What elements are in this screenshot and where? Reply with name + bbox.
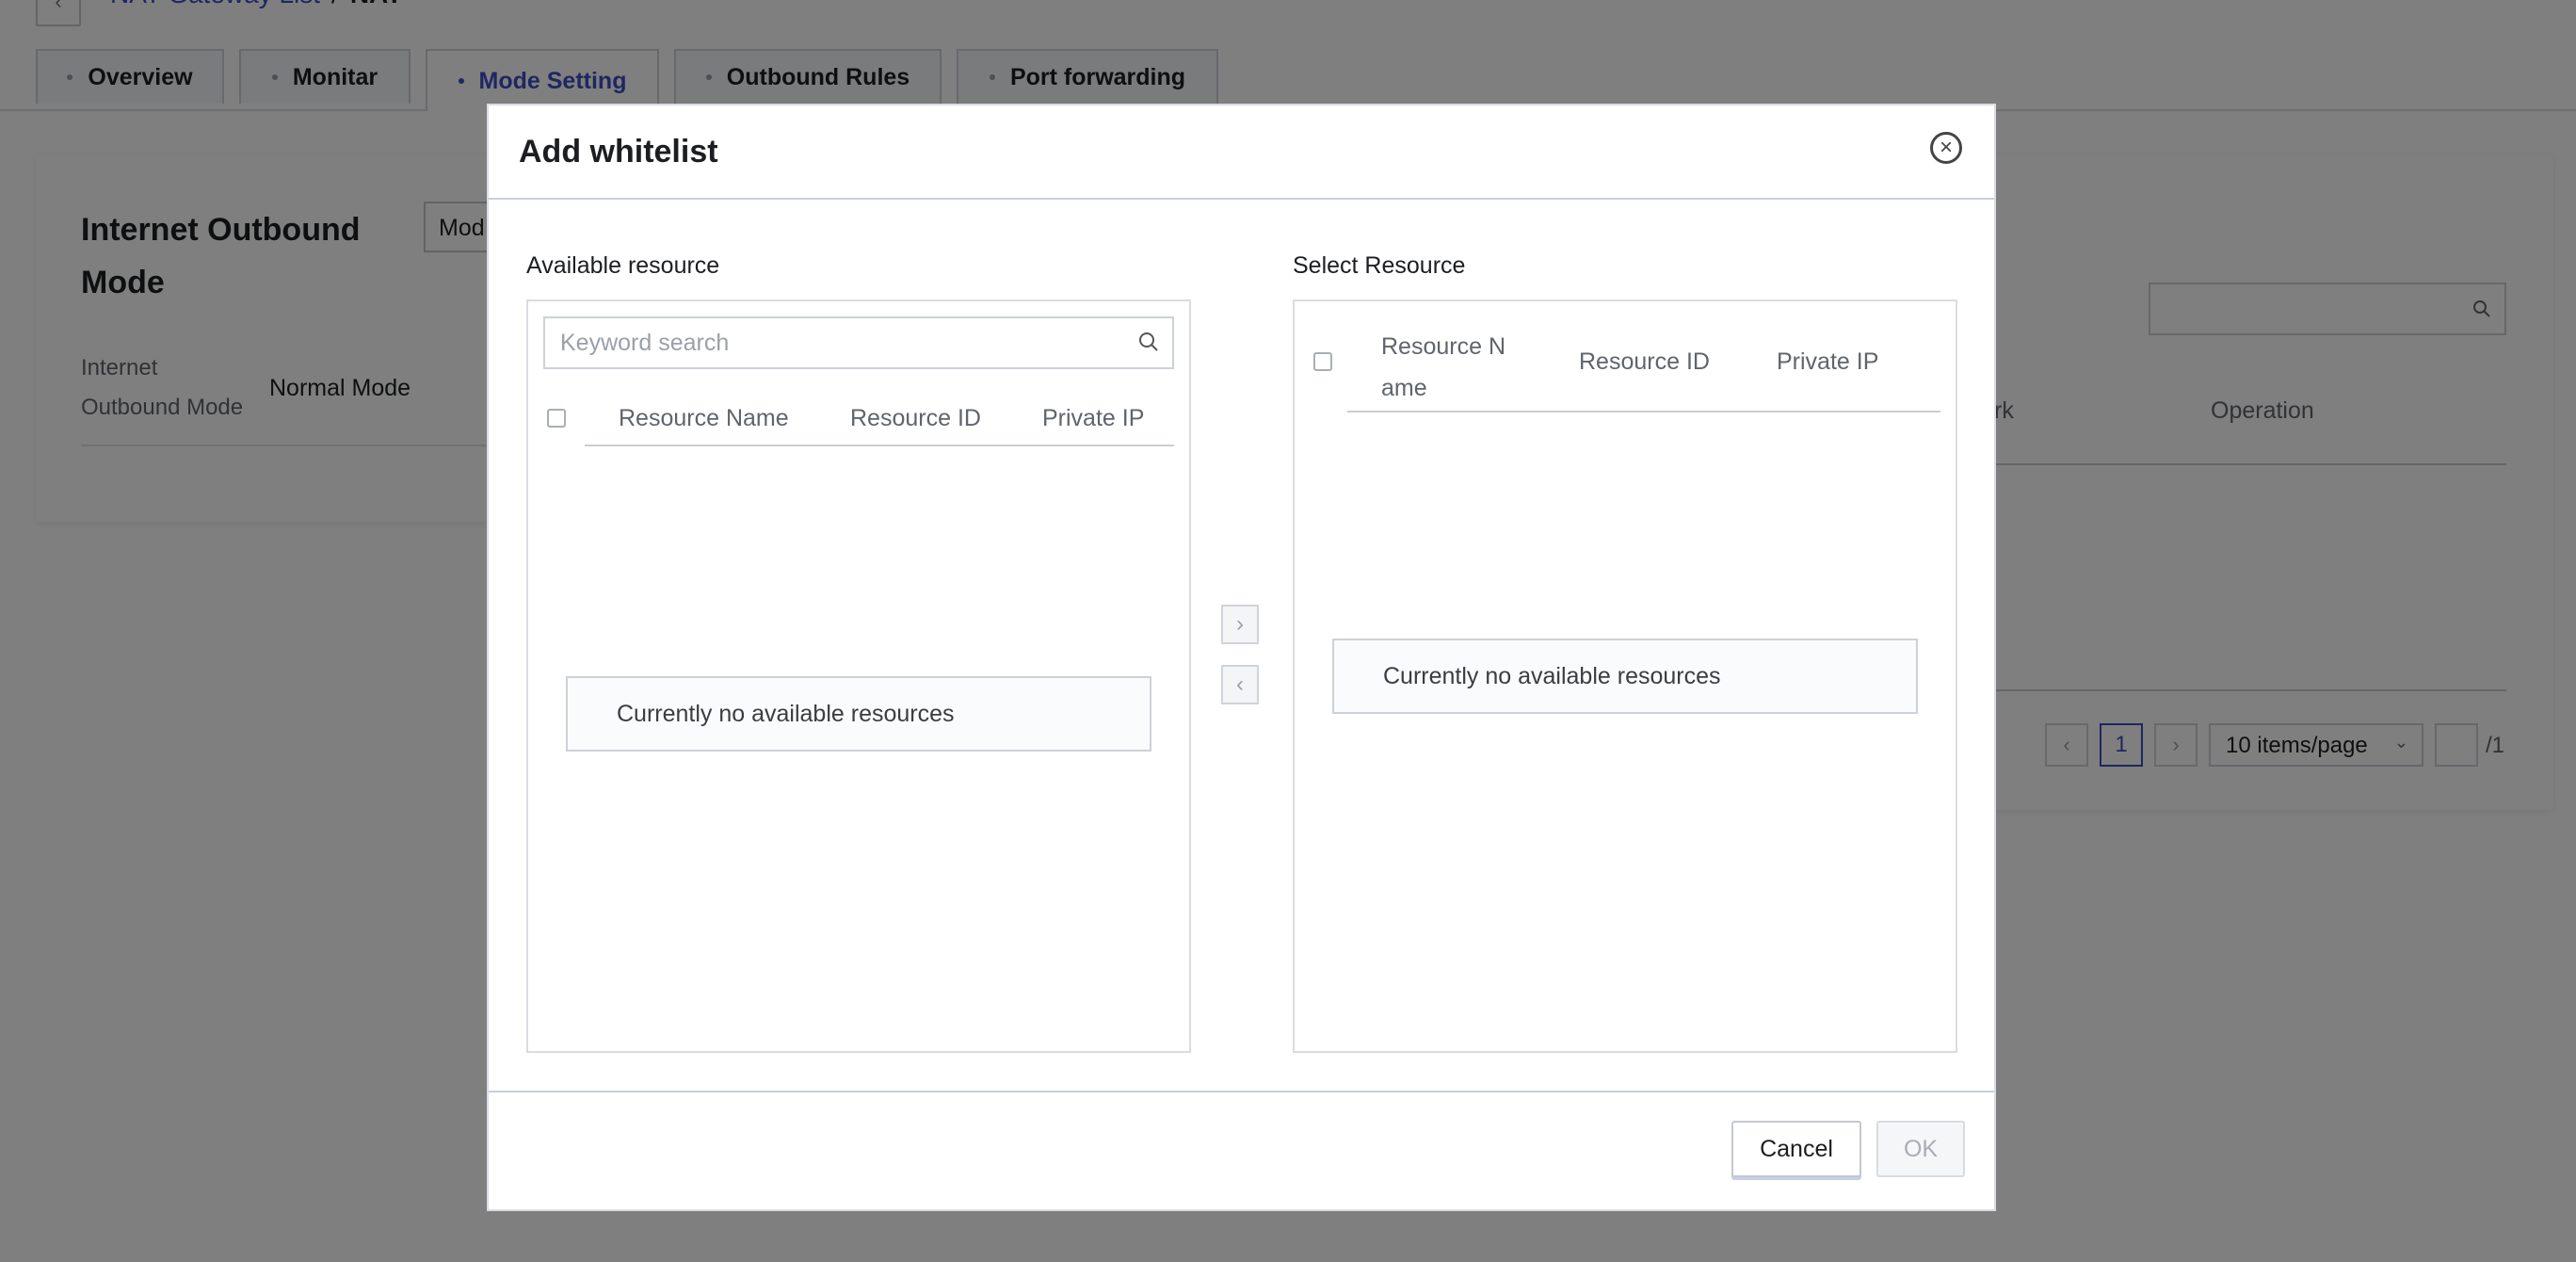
chevron-right-icon: › xyxy=(1236,611,1244,637)
dialog-header: Add whitelist × xyxy=(489,105,1994,200)
dialog-footer: Cancel OK xyxy=(489,1091,1994,1209)
close-button[interactable]: × xyxy=(1930,132,1962,164)
column-header-resource-id: Resource ID xyxy=(1579,348,1710,375)
move-left-button[interactable]: ‹ xyxy=(1221,665,1259,704)
select-all-checkbox[interactable] xyxy=(1313,352,1332,371)
ok-button[interactable]: OK xyxy=(1876,1121,1965,1177)
selected-resource-panel: Resource N ame Resource ID Private IP Cu… xyxy=(1293,299,1957,1053)
keyword-search-input[interactable]: Keyword search xyxy=(543,316,1174,369)
select-resource-label: Select Resource xyxy=(1293,252,1466,279)
table-header-line xyxy=(585,445,1174,446)
column-header-resource-name: Resource Name xyxy=(619,405,789,431)
empty-state: Currently no available resources xyxy=(1332,639,1918,714)
column-header-resource-name: Resource N ame xyxy=(1381,333,1505,401)
column-header-resource-id: Resource ID xyxy=(850,405,981,431)
add-whitelist-dialog: Add whitelist × Available resource Keywo… xyxy=(487,104,1996,1211)
select-all-checkbox[interactable] xyxy=(547,409,566,428)
table-header-line xyxy=(1347,411,1940,413)
column-header-private-ip: Private IP xyxy=(1777,348,1879,375)
empty-state: Currently no available resources xyxy=(566,676,1151,752)
dialog-title: Add whitelist xyxy=(519,134,718,170)
available-resource-panel: Keyword search Resource Name Resource ID… xyxy=(526,299,1191,1053)
move-right-button[interactable]: › xyxy=(1221,605,1259,644)
column-header-private-ip: Private IP xyxy=(1042,405,1145,431)
cancel-button[interactable]: Cancel xyxy=(1731,1121,1861,1177)
chevron-left-icon: ‹ xyxy=(1236,671,1244,697)
close-icon: × xyxy=(1939,135,1953,160)
search-icon xyxy=(1139,332,1158,351)
available-resource-label: Available resource xyxy=(526,252,720,279)
